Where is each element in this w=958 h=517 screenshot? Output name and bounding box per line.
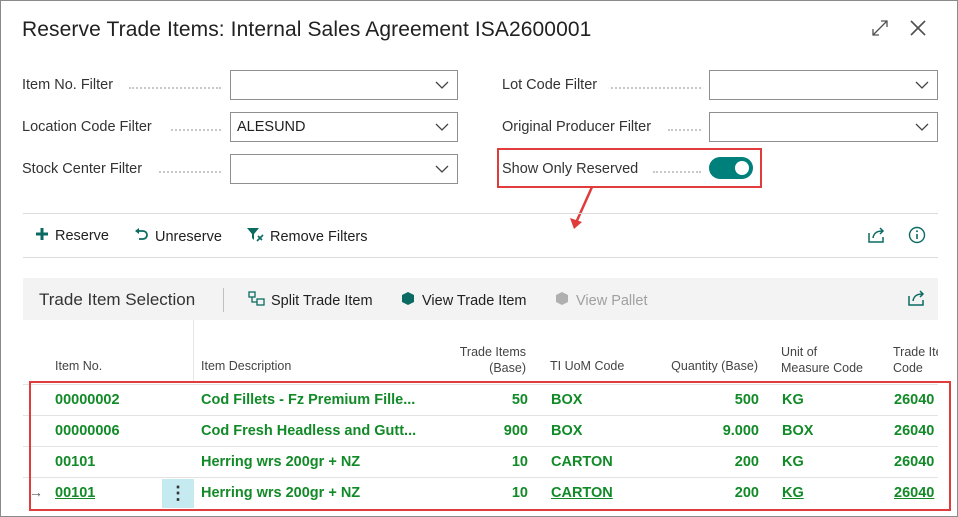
box-icon	[400, 291, 416, 310]
divider	[23, 213, 938, 214]
unreserve-button[interactable]: Unreserve	[134, 227, 222, 246]
chevron-down-icon	[915, 123, 929, 131]
dots-leader	[668, 127, 701, 131]
pallet-icon	[554, 291, 570, 310]
annotation-arrow-icon	[570, 186, 594, 229]
item-no-filter-select[interactable]	[230, 70, 458, 100]
undo-icon	[134, 227, 149, 246]
view-trade-item-label: View Trade Item	[422, 292, 527, 309]
dots-leader	[611, 85, 701, 89]
col-header-trade-items[interactable]: Trade Items (Base)	[443, 344, 526, 376]
original-producer-filter-select[interactable]	[709, 112, 938, 142]
view-trade-item-button[interactable]: View Trade Item	[400, 291, 527, 310]
col-header-unit-of-measure-code[interactable]: Unit of Measure Code	[781, 344, 863, 376]
divider	[223, 288, 224, 312]
chevron-down-icon	[915, 81, 929, 89]
view-pallet-label: View Pallet	[576, 292, 648, 309]
reserve-button[interactable]: Reserve	[35, 227, 109, 245]
col-header-uom-line2: Measure Code	[781, 361, 863, 375]
location-code-filter-select[interactable]: ALESUND	[230, 112, 458, 142]
stock-center-filter-label: Stock Center Filter	[22, 161, 143, 177]
col-header-code-line1: Trade Ite	[893, 345, 938, 359]
col-header-code-line2: Code	[893, 361, 923, 375]
chevron-down-icon	[435, 123, 449, 131]
column-divider	[193, 320, 194, 382]
lot-code-filter-label: Lot Code Filter	[502, 77, 598, 93]
clear-filter-icon	[246, 227, 264, 247]
col-header-quantity-base[interactable]: Quantity (Base)	[648, 358, 758, 374]
remove-filters-label: Remove Filters	[270, 229, 368, 245]
dialog-title: Reserve Trade Items: Internal Sales Agre…	[22, 18, 592, 41]
col-header-trade-items-line2: (Base)	[489, 361, 526, 375]
col-header-trade-item-code[interactable]: Trade Ite Code	[893, 344, 938, 376]
col-header-item-description[interactable]: Item Description	[201, 358, 291, 374]
col-header-ti-uom-code[interactable]: TI UoM Code	[550, 358, 624, 374]
split-icon	[248, 291, 265, 310]
subpage-title: Trade Item Selection	[39, 290, 196, 309]
reserve-trade-items-dialog: Reserve Trade Items: Internal Sales Agre…	[0, 0, 958, 517]
item-no-filter-label: Item No. Filter	[22, 77, 114, 93]
unreserve-label: Unreserve	[155, 228, 222, 245]
annotation-highlight-toggle	[497, 148, 762, 188]
dots-leader	[159, 169, 221, 173]
chevron-down-icon	[435, 165, 449, 173]
col-header-uom-line1: Unit of	[781, 345, 818, 359]
info-icon[interactable]	[908, 226, 926, 249]
original-producer-filter-label: Original Producer Filter	[502, 119, 652, 135]
remove-filters-button[interactable]: Remove Filters	[246, 227, 368, 247]
stock-center-filter-select[interactable]	[230, 154, 458, 184]
lot-code-filter-select[interactable]	[709, 70, 938, 100]
dots-leader	[171, 127, 221, 131]
location-code-filter-label: Location Code Filter	[22, 119, 152, 135]
location-code-filter-value: ALESUND	[237, 119, 306, 135]
plus-icon	[35, 227, 49, 245]
share-icon[interactable]	[907, 289, 927, 312]
annotation-highlight-rows	[29, 381, 951, 511]
divider	[23, 257, 938, 258]
close-icon[interactable]	[905, 15, 931, 41]
view-pallet-button[interactable]: View Pallet	[554, 291, 647, 310]
split-trade-item-button[interactable]: Split Trade Item	[248, 291, 373, 310]
expand-icon[interactable]	[867, 15, 893, 41]
share-icon[interactable]	[867, 226, 887, 249]
dots-leader	[129, 85, 221, 89]
col-header-item-no[interactable]: Item No.	[55, 358, 102, 374]
col-header-trade-items-line1: Trade Items	[459, 345, 526, 359]
split-trade-item-label: Split Trade Item	[271, 292, 373, 309]
chevron-down-icon	[435, 81, 449, 89]
reserve-label: Reserve	[55, 228, 109, 244]
